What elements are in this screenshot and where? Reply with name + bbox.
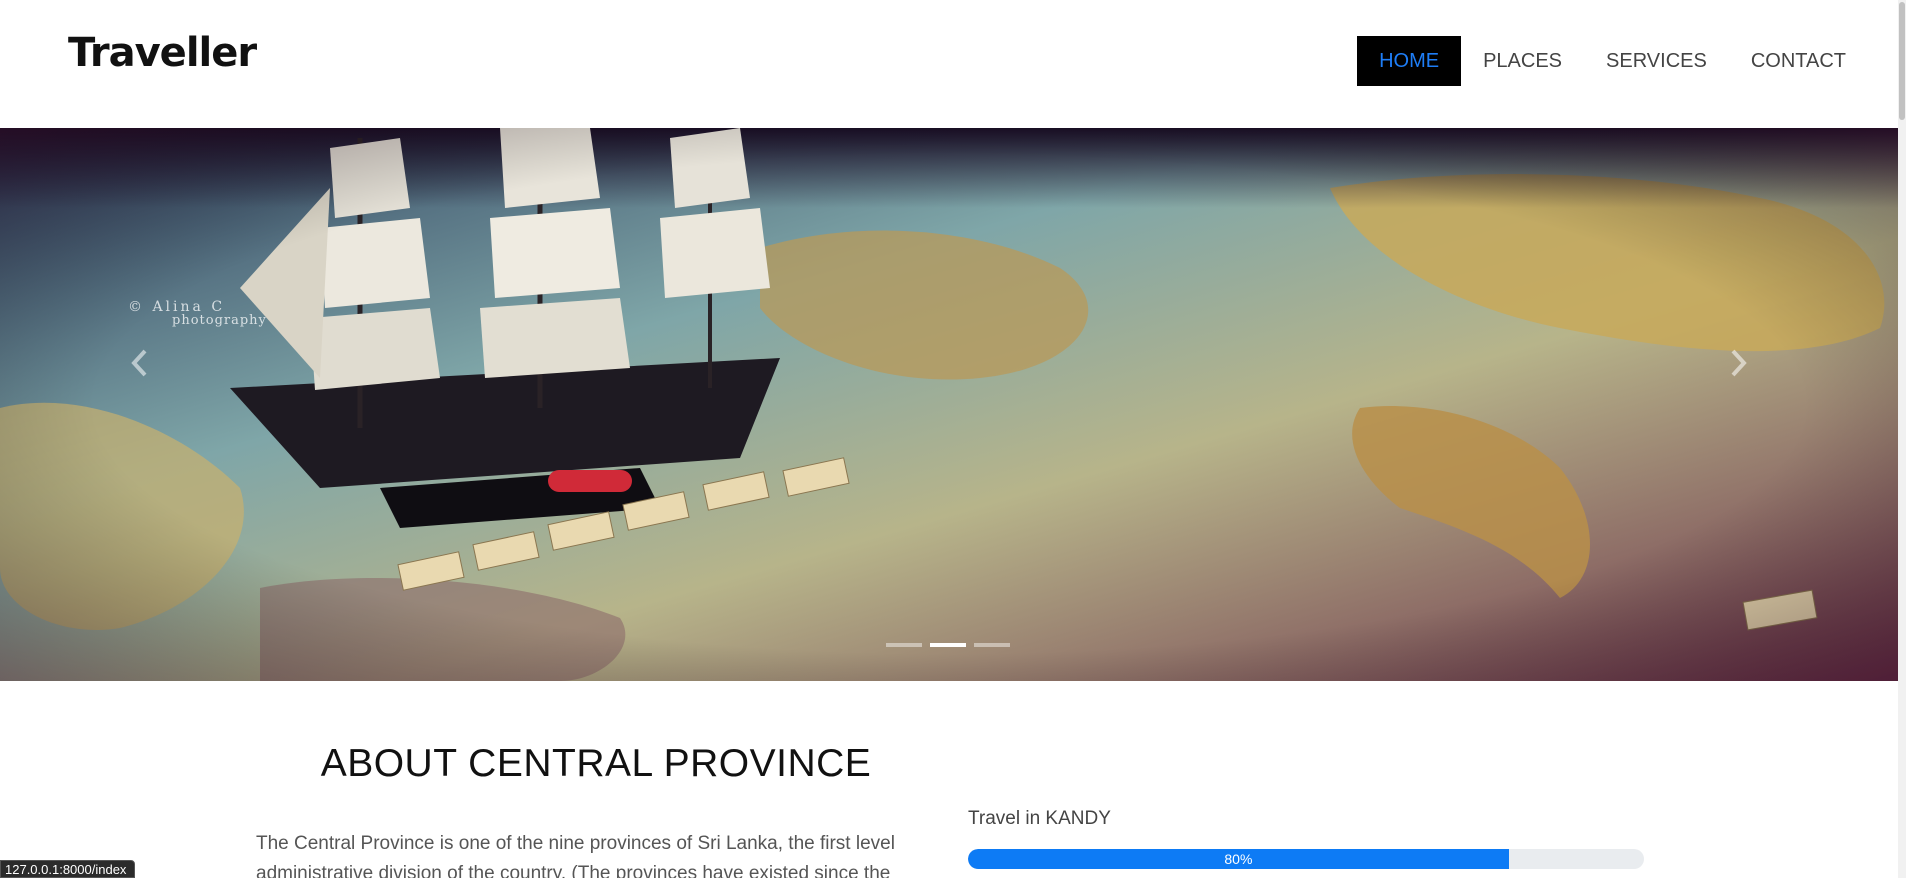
main-nav: HOME PLACES SERVICES CONTACT	[1357, 36, 1868, 86]
status-url: 127.0.0.1:8000/index	[0, 860, 136, 878]
carousel-indicators	[886, 643, 1010, 647]
carousel-indicator-2[interactable]	[930, 643, 966, 647]
carousel-prev-button[interactable]	[110, 318, 170, 408]
carousel-next-button[interactable]	[1708, 318, 1768, 408]
nav-item-contact[interactable]: CONTACT	[1729, 36, 1868, 86]
progress-label: Travel in KANDY	[968, 808, 1111, 829]
hero-carousel: © Alina C photography	[0, 128, 1898, 681]
progress-track: 80%	[968, 849, 1644, 869]
chevron-right-icon	[1731, 349, 1747, 377]
brand-logo[interactable]: Traveller	[68, 30, 257, 76]
carousel-indicator-3[interactable]	[974, 643, 1010, 647]
hero-image	[0, 128, 1898, 681]
scrollbar-thumb[interactable]	[1899, 2, 1905, 120]
progress-bar: 80%	[968, 849, 1509, 869]
page-scrollbar[interactable]	[1898, 0, 1906, 878]
nav-item-home[interactable]: HOME	[1357, 36, 1462, 86]
navbar: Traveller HOME PLACES SERVICES CONTACT	[0, 0, 1898, 128]
watermark-line-2: photography	[172, 313, 267, 328]
about-paragraph: The Central Province is one of the nine …	[256, 833, 895, 878]
nav-item-services[interactable]: SERVICES	[1584, 36, 1729, 86]
about-title: ABOUT CENTRAL PROVINCE	[320, 742, 872, 785]
chevron-left-icon	[131, 349, 147, 377]
carousel-indicator-1[interactable]	[886, 643, 922, 647]
nav-item-places[interactable]: PLACES	[1461, 36, 1584, 86]
